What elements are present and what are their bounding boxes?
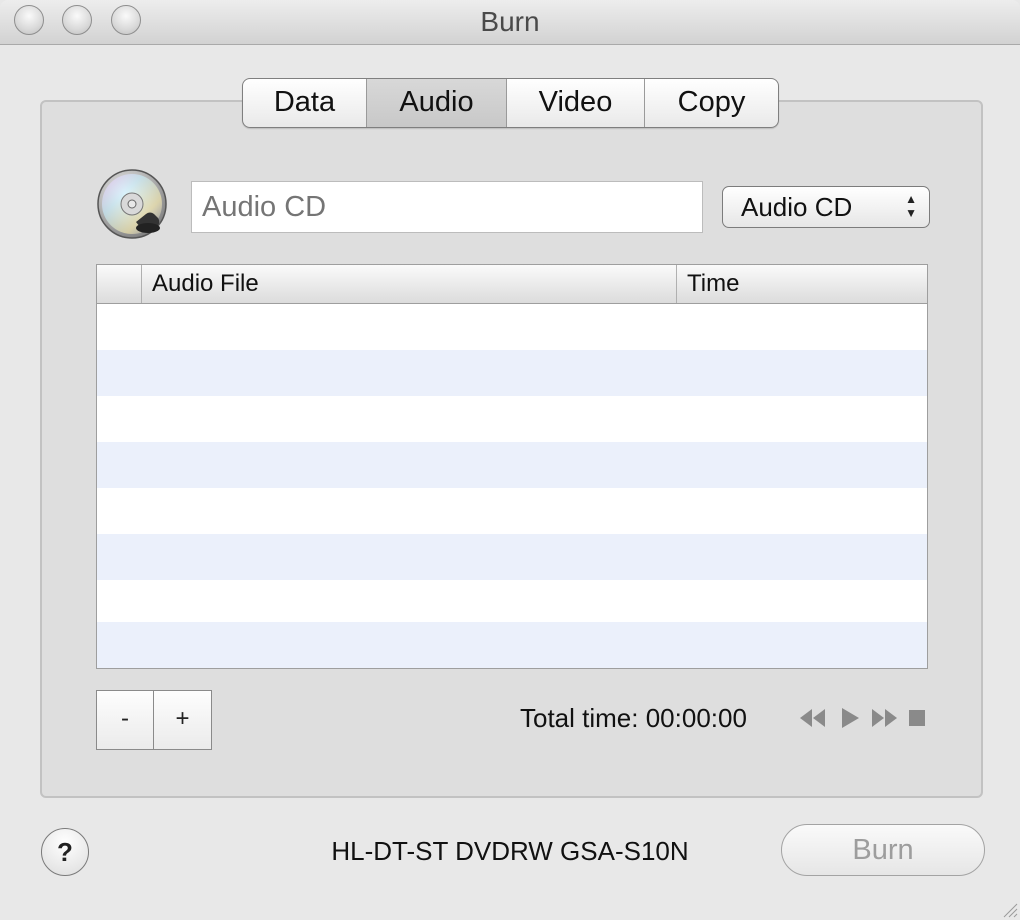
table-header: Audio File Time: [97, 265, 927, 304]
add-file-button[interactable]: +: [154, 691, 211, 749]
column-header-audio-file[interactable]: Audio File: [142, 265, 677, 303]
title-bar: Burn: [0, 0, 1020, 45]
table-row[interactable]: [97, 442, 927, 488]
burn-button[interactable]: Burn: [781, 824, 985, 876]
cd-disc-icon: [97, 169, 167, 239]
rewind-icon[interactable]: [798, 705, 828, 731]
table-row[interactable]: [97, 488, 927, 534]
column-header-time[interactable]: Time: [677, 265, 927, 303]
total-time-label: Total time: 00:00:00: [520, 703, 747, 733]
fast-forward-icon[interactable]: [870, 705, 900, 731]
table-row[interactable]: [97, 534, 927, 580]
disc-name-field[interactable]: [191, 181, 703, 233]
resize-grip-icon[interactable]: [1000, 900, 1018, 918]
tab-bar: Data Audio Video Copy: [242, 78, 779, 128]
tab-video[interactable]: Video: [507, 79, 645, 127]
table-row[interactable]: [97, 622, 927, 668]
table-row[interactable]: [97, 304, 927, 350]
play-icon[interactable]: [838, 705, 862, 731]
disc-type-selected: Audio CD: [741, 192, 853, 222]
table-row[interactable]: [97, 396, 927, 442]
audio-file-table[interactable]: Audio File Time: [96, 264, 928, 669]
remove-file-button[interactable]: -: [97, 691, 154, 749]
tab-data[interactable]: Data: [243, 79, 367, 127]
window-title: Burn: [480, 6, 540, 37]
disc-type-popup[interactable]: Audio CD ▲ ▼: [722, 186, 930, 228]
tab-audio[interactable]: Audio: [367, 79, 507, 127]
updown-arrows-icon: ▲ ▼: [905, 192, 917, 220]
table-row[interactable]: [97, 580, 927, 626]
add-remove-control: - +: [96, 690, 212, 750]
tab-copy[interactable]: Copy: [645, 79, 778, 127]
stop-icon[interactable]: [906, 705, 928, 731]
column-header-index[interactable]: [97, 265, 142, 303]
table-row[interactable]: [97, 350, 927, 396]
